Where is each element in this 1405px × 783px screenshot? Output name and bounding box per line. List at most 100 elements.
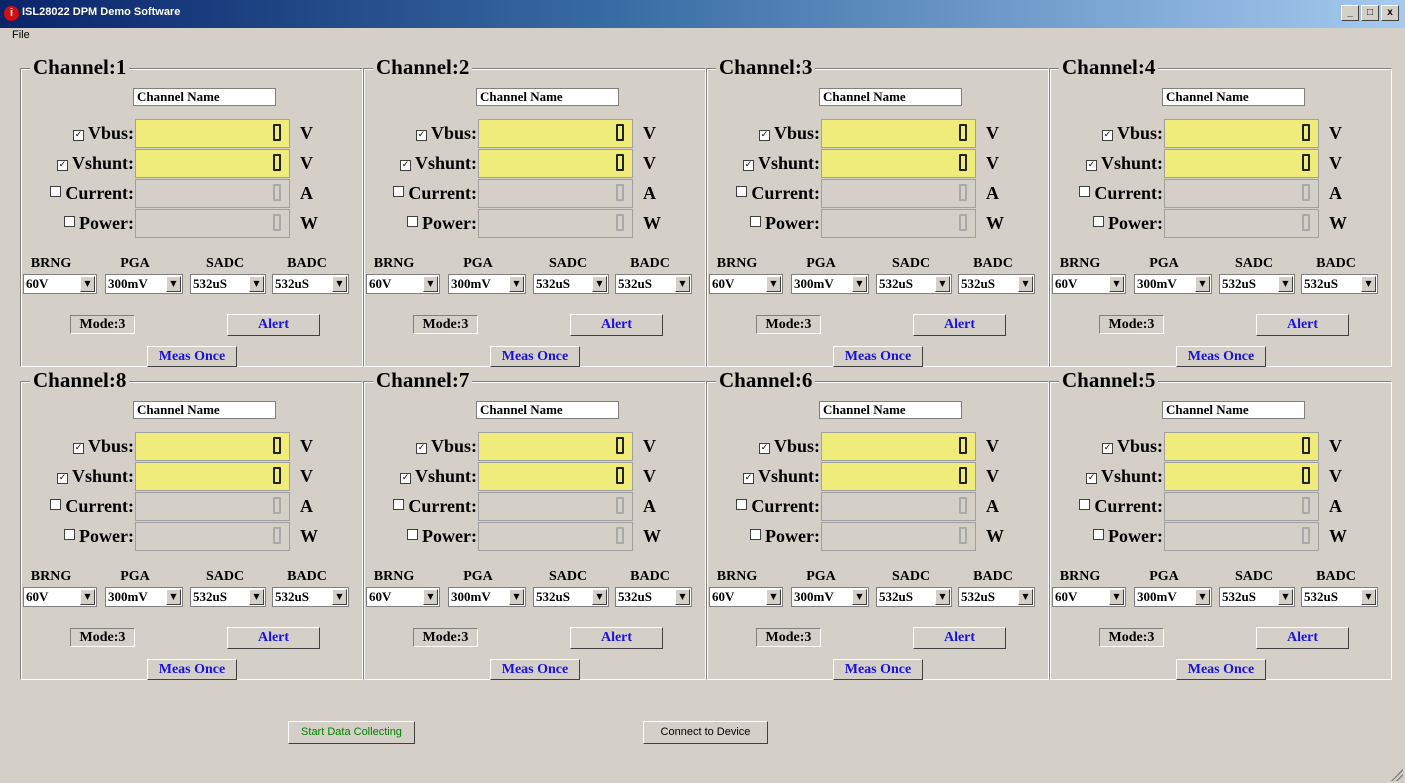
badc-select[interactable]: 532uS ▼ <box>958 587 1035 607</box>
chevron-down-icon[interactable]: ▼ <box>166 276 181 292</box>
pga-select[interactable]: 300mV ▼ <box>448 274 526 294</box>
measurement-checkbox-label[interactable]: ✓ Vbus: <box>72 123 134 144</box>
checkbox[interactable]: ✓ <box>1085 160 1097 171</box>
chevron-down-icon[interactable]: ▼ <box>1109 276 1124 292</box>
chevron-down-icon[interactable]: ▼ <box>1278 276 1293 292</box>
pga-select[interactable]: 300mV ▼ <box>105 587 183 607</box>
checkbox[interactable] <box>393 186 405 197</box>
chevron-down-icon[interactable]: ▼ <box>80 276 95 292</box>
measurement-checkbox-label[interactable]: ✓ Vshunt: <box>742 153 820 174</box>
measurement-checkbox-label[interactable]: Power: <box>407 526 477 547</box>
sadc-select[interactable]: 532uS ▼ <box>190 274 266 294</box>
measurement-checkbox-label[interactable]: Power: <box>64 213 134 234</box>
checkbox[interactable]: ✓ <box>1085 473 1097 484</box>
pga-select[interactable]: 300mV ▼ <box>791 587 869 607</box>
measurement-checkbox-label[interactable]: Power: <box>407 213 477 234</box>
checkbox[interactable]: ✓ <box>758 443 770 454</box>
chevron-down-icon[interactable]: ▼ <box>1361 276 1376 292</box>
chevron-down-icon[interactable]: ▼ <box>592 276 607 292</box>
checkbox[interactable] <box>1093 216 1105 227</box>
chevron-down-icon[interactable]: ▼ <box>332 589 347 605</box>
measurement-checkbox-label[interactable]: Current: <box>50 183 134 204</box>
checkbox[interactable]: ✓ <box>758 130 770 141</box>
channel-name-field[interactable]: Channel Name <box>133 88 276 106</box>
sadc-select[interactable]: 532uS ▼ <box>876 274 952 294</box>
checkbox[interactable] <box>750 529 762 540</box>
brng-select[interactable]: 60V ▼ <box>23 587 97 607</box>
brng-select[interactable]: 60V ▼ <box>366 587 440 607</box>
measurement-checkbox-label[interactable]: Power: <box>64 526 134 547</box>
measurement-checkbox-label[interactable]: ✓ Vbus: <box>415 436 477 457</box>
checkbox[interactable]: ✓ <box>399 473 411 484</box>
checkbox[interactable] <box>736 186 748 197</box>
pga-select[interactable]: 300mV ▼ <box>105 274 183 294</box>
measurement-checkbox-label[interactable]: ✓ Vshunt: <box>399 466 477 487</box>
badc-select[interactable]: 532uS ▼ <box>272 587 349 607</box>
meas-once-button[interactable]: Meas Once <box>490 346 580 367</box>
alert-button[interactable]: Alert <box>1256 627 1349 649</box>
measurement-checkbox-label[interactable]: Power: <box>1093 526 1163 547</box>
sadc-select[interactable]: 532uS ▼ <box>1219 587 1295 607</box>
measurement-checkbox-label[interactable]: Power: <box>750 526 820 547</box>
brng-select[interactable]: 60V ▼ <box>1052 274 1126 294</box>
chevron-down-icon[interactable]: ▼ <box>766 276 781 292</box>
measurement-checkbox-label[interactable]: ✓ Vshunt: <box>56 153 134 174</box>
chevron-down-icon[interactable]: ▼ <box>1195 589 1210 605</box>
meas-once-button[interactable]: Meas Once <box>833 346 923 367</box>
chevron-down-icon[interactable]: ▼ <box>1361 589 1376 605</box>
meas-once-button[interactable]: Meas Once <box>147 659 237 680</box>
measurement-checkbox-label[interactable]: Power: <box>750 213 820 234</box>
measurement-checkbox-label[interactable]: Current: <box>736 183 820 204</box>
chevron-down-icon[interactable]: ▼ <box>592 589 607 605</box>
brng-select[interactable]: 60V ▼ <box>709 274 783 294</box>
checkbox[interactable]: ✓ <box>1101 443 1113 454</box>
channel-name-field[interactable]: Channel Name <box>133 401 276 419</box>
checkbox[interactable]: ✓ <box>56 160 68 171</box>
checkbox[interactable]: ✓ <box>1101 130 1113 141</box>
checkbox[interactable] <box>1079 499 1091 510</box>
chevron-down-icon[interactable]: ▼ <box>766 589 781 605</box>
chevron-down-icon[interactable]: ▼ <box>509 589 524 605</box>
checkbox[interactable] <box>1079 186 1091 197</box>
pga-select[interactable]: 300mV ▼ <box>1134 274 1212 294</box>
measurement-checkbox-label[interactable]: ✓ Vbus: <box>758 436 820 457</box>
chevron-down-icon[interactable]: ▼ <box>423 589 438 605</box>
measurement-checkbox-label[interactable]: ✓ Vbus: <box>72 436 134 457</box>
pga-select[interactable]: 300mV ▼ <box>448 587 526 607</box>
measurement-checkbox-label[interactable]: Current: <box>393 183 477 204</box>
checkbox[interactable] <box>393 499 405 510</box>
measurement-checkbox-label[interactable]: ✓ Vshunt: <box>56 466 134 487</box>
chevron-down-icon[interactable]: ▼ <box>249 589 264 605</box>
channel-name-field[interactable]: Channel Name <box>1162 401 1305 419</box>
chevron-down-icon[interactable]: ▼ <box>852 589 867 605</box>
alert-button[interactable]: Alert <box>913 627 1006 649</box>
menu-file[interactable]: File <box>12 29 30 41</box>
chevron-down-icon[interactable]: ▼ <box>1195 276 1210 292</box>
badc-select[interactable]: 532uS ▼ <box>958 274 1035 294</box>
maximize-button[interactable]: □ <box>1361 5 1379 21</box>
channel-name-field[interactable]: Channel Name <box>819 88 962 106</box>
chevron-down-icon[interactable]: ▼ <box>675 589 690 605</box>
brng-select[interactable]: 60V ▼ <box>1052 587 1126 607</box>
sadc-select[interactable]: 532uS ▼ <box>533 274 609 294</box>
chevron-down-icon[interactable]: ▼ <box>509 276 524 292</box>
chevron-down-icon[interactable]: ▼ <box>249 276 264 292</box>
sadc-select[interactable]: 532uS ▼ <box>190 587 266 607</box>
badc-select[interactable]: 532uS ▼ <box>1301 274 1378 294</box>
measurement-checkbox-label[interactable]: Current: <box>736 496 820 517</box>
meas-once-button[interactable]: Meas Once <box>490 659 580 680</box>
pga-select[interactable]: 300mV ▼ <box>1134 587 1212 607</box>
checkbox[interactable] <box>50 186 62 197</box>
brng-select[interactable]: 60V ▼ <box>366 274 440 294</box>
badc-select[interactable]: 532uS ▼ <box>615 274 692 294</box>
measurement-checkbox-label[interactable]: Current: <box>1079 496 1163 517</box>
chevron-down-icon[interactable]: ▼ <box>80 589 95 605</box>
meas-once-button[interactable]: Meas Once <box>147 346 237 367</box>
chevron-down-icon[interactable]: ▼ <box>423 276 438 292</box>
measurement-checkbox-label[interactable]: ✓ Vshunt: <box>1085 153 1163 174</box>
brng-select[interactable]: 60V ▼ <box>23 274 97 294</box>
measurement-checkbox-label[interactable]: ✓ Vshunt: <box>399 153 477 174</box>
checkbox[interactable] <box>407 529 419 540</box>
chevron-down-icon[interactable]: ▼ <box>935 589 950 605</box>
checkbox[interactable] <box>50 499 62 510</box>
